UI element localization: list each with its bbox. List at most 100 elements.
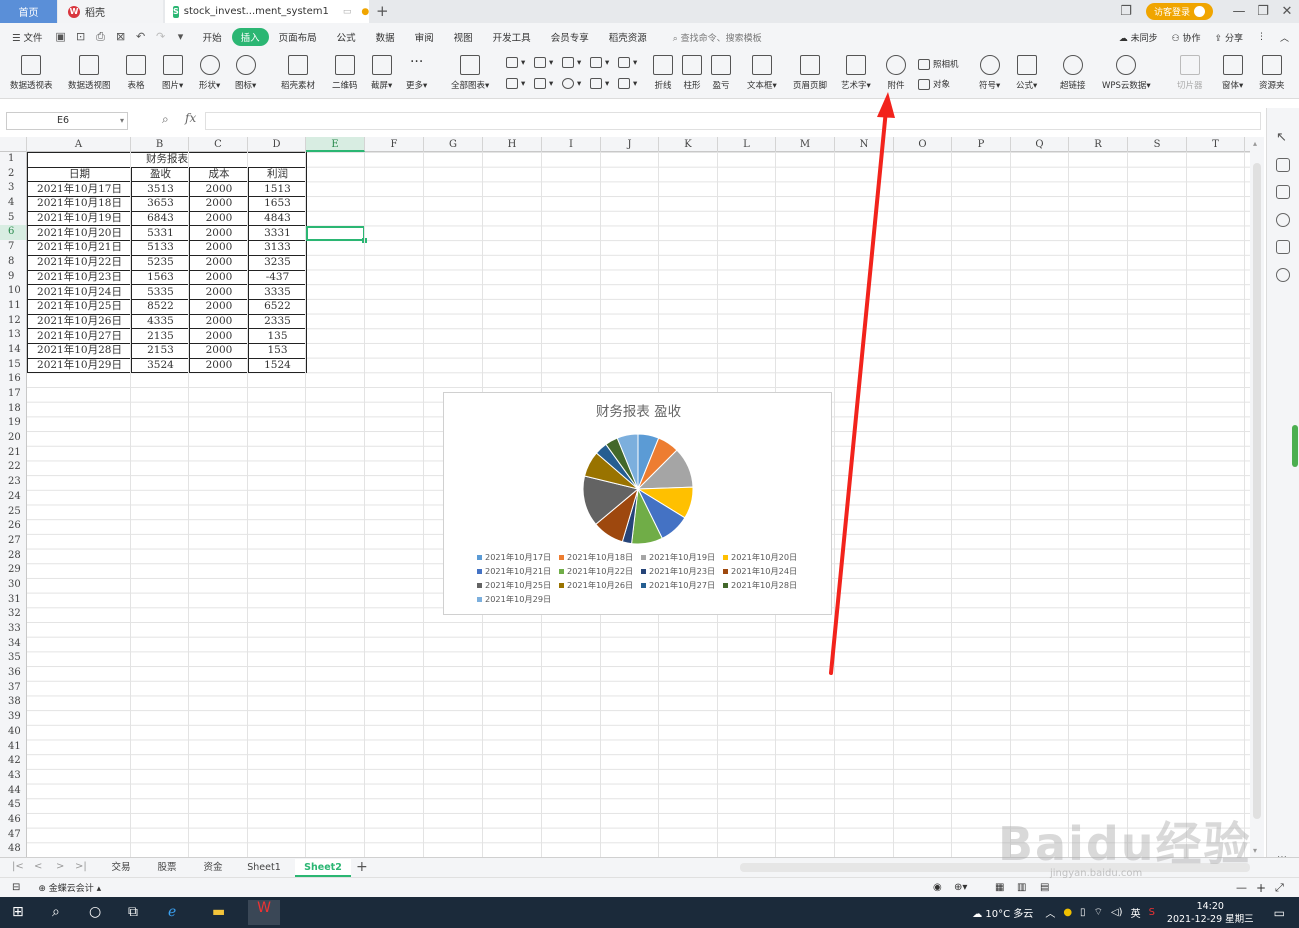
- collab-button[interactable]: ⚇ 协作: [1172, 31, 1201, 44]
- save-icon[interactable]: ▣: [53, 30, 69, 44]
- account-button[interactable]: ⊕ 金蝶云会计 ▴: [38, 881, 101, 894]
- row-header-19[interactable]: 19: [0, 416, 26, 431]
- row-header-24[interactable]: 24: [0, 490, 26, 505]
- ie-browser-icon[interactable]: ℯ: [168, 904, 176, 920]
- table-cell[interactable]: 2153: [131, 342, 190, 359]
- resource-button[interactable]: 资源夹: [1259, 55, 1285, 91]
- area-chart-dropdown[interactable]: ▾: [506, 78, 525, 89]
- cloud-data-button[interactable]: WPS云数据▾: [1102, 55, 1151, 91]
- restore-icon[interactable]: ❐: [1251, 4, 1275, 19]
- table-header-cell[interactable]: 盈收: [131, 166, 190, 183]
- table-header-cell[interactable]: 成本: [189, 166, 249, 183]
- pie-plot-area[interactable]: [580, 431, 696, 547]
- picture-button[interactable]: 图片▾: [162, 55, 183, 91]
- row-header-31[interactable]: 31: [0, 593, 26, 608]
- table-cell[interactable]: 2021年10月21日: [27, 240, 132, 256]
- row-header-47[interactable]: 47: [0, 828, 26, 843]
- combo-chart-dropdown[interactable]: ▾: [618, 78, 637, 89]
- row-header-28[interactable]: 28: [0, 549, 26, 564]
- table-cell[interactable]: 3235: [248, 254, 307, 271]
- property-icon[interactable]: [1276, 158, 1290, 172]
- last-sheet-icon[interactable]: >|: [75, 861, 87, 872]
- legend-item-12[interactable]: 2021年10月29日: [477, 593, 559, 605]
- row-header-25[interactable]: 25: [0, 505, 26, 520]
- add-sheet-button[interactable]: +: [356, 859, 368, 875]
- next-sheet-icon[interactable]: >: [56, 861, 64, 872]
- menu-tab-2[interactable]: 页面布局: [269, 30, 327, 44]
- table-header-cell[interactable]: 日期: [27, 166, 132, 183]
- vertical-scroll-thumb[interactable]: [1253, 163, 1261, 819]
- customize-quick-access-icon[interactable]: ▾: [173, 30, 189, 44]
- column-header-i[interactable]: I: [542, 137, 601, 152]
- wps-taskbar-icon[interactable]: W: [248, 900, 280, 925]
- menu-tab-4[interactable]: 数据: [366, 30, 405, 44]
- column-header-j[interactable]: J: [601, 137, 659, 152]
- pie-chart[interactable]: 财务报表 盈收 2021年10月17日 2021年10月18日 2021年10月19…: [443, 392, 832, 615]
- row-header-15[interactable]: 15: [0, 358, 26, 373]
- notification-icon[interactable]: ▭: [1274, 906, 1285, 920]
- battery-icon[interactable]: ▯: [1080, 907, 1086, 918]
- row-header-4[interactable]: 4: [0, 196, 26, 211]
- clock[interactable]: 14:20 2021-12-29 星期三: [1167, 900, 1254, 926]
- table-cell[interactable]: 2335: [248, 313, 307, 330]
- table-cell[interactable]: 3513: [131, 181, 190, 198]
- row-header-6[interactable]: 6: [0, 225, 26, 241]
- table-cell[interactable]: 3524: [131, 357, 190, 374]
- all-charts-button[interactable]: 全部图表▾: [451, 55, 489, 91]
- legend-item-8[interactable]: 2021年10月25日: [477, 579, 559, 591]
- network-icon[interactable]: ⌔: [1094, 906, 1103, 919]
- scatter-chart-dropdown[interactable]: ▾: [590, 78, 609, 89]
- tab-document[interactable]: S stock_invest...ment_system1 ▭ ●: [165, 0, 369, 23]
- tab-home[interactable]: 首页: [0, 0, 57, 23]
- sogou-icon[interactable]: S: [1149, 907, 1155, 918]
- undo-icon[interactable]: ↶: [133, 30, 149, 44]
- row-header-22[interactable]: 22: [0, 460, 26, 475]
- table-cell[interactable]: 3133: [248, 240, 307, 256]
- print-icon[interactable]: ⎙: [93, 30, 109, 44]
- row-header-5[interactable]: 5: [0, 211, 26, 226]
- row-header-18[interactable]: 18: [0, 402, 26, 417]
- table-cell[interactable]: 6522: [248, 298, 307, 315]
- table-cell[interactable]: 2021年10月20日: [27, 225, 132, 242]
- column-header-q[interactable]: Q: [1011, 137, 1069, 152]
- redo-icon[interactable]: ↷: [153, 30, 169, 44]
- form-button[interactable]: 窗体▾: [1222, 55, 1243, 91]
- file-explorer-icon[interactable]: ▬: [212, 904, 225, 920]
- table-cell[interactable]: 2000: [189, 269, 249, 286]
- column-header-d[interactable]: D: [248, 137, 306, 152]
- backup-icon[interactable]: [1276, 185, 1290, 199]
- legend-item-5[interactable]: 2021年10月22日: [559, 565, 641, 577]
- column-header-g[interactable]: G: [424, 137, 483, 152]
- row-header-10[interactable]: 10: [0, 284, 26, 299]
- table-cell[interactable]: 8522: [131, 298, 190, 315]
- wordart-button[interactable]: 艺术字▾: [841, 55, 871, 91]
- volume-icon[interactable]: ◁): [1111, 907, 1123, 918]
- row-header-1[interactable]: 1: [0, 152, 26, 167]
- row-header-34[interactable]: 34: [0, 637, 26, 652]
- ime-indicator[interactable]: 英: [1131, 905, 1141, 920]
- windows-start-icon[interactable]: ⊞: [12, 904, 24, 920]
- tray-app-icon[interactable]: ●: [1063, 907, 1072, 918]
- menu-tab-5[interactable]: 审阅: [405, 30, 444, 44]
- table-cell[interactable]: 2000: [189, 225, 249, 242]
- horizontal-scrollbar[interactable]: [740, 863, 1250, 872]
- table-cell[interactable]: 2021年10月27日: [27, 328, 132, 344]
- row-header-33[interactable]: 33: [0, 622, 26, 637]
- search-icon[interactable]: ⌕: [52, 904, 60, 920]
- column-header-n[interactable]: N: [835, 137, 894, 152]
- table-cell[interactable]: 2021年10月17日: [27, 181, 132, 198]
- table-cell[interactable]: 2000: [189, 210, 249, 227]
- table-cell[interactable]: 2000: [189, 181, 249, 198]
- legend-item-0[interactable]: 2021年10月17日: [477, 551, 559, 563]
- row-header-46[interactable]: 46: [0, 813, 26, 828]
- table-cell[interactable]: 2135: [131, 328, 190, 344]
- table-cell[interactable]: 2000: [189, 240, 249, 256]
- tab-daoke[interactable]: W 稻壳: [58, 0, 163, 23]
- formula-button[interactable]: 公式▾: [1016, 55, 1037, 91]
- menu-tab-9[interactable]: 稻壳资源: [599, 30, 657, 44]
- page-layout-icon[interactable]: ▥: [1017, 882, 1026, 893]
- select-pointer-icon[interactable]: ↖: [1276, 130, 1290, 145]
- legend-item-4[interactable]: 2021年10月21日: [477, 565, 559, 577]
- table-cell[interactable]: 2021年10月25日: [27, 298, 132, 315]
- weather-widget[interactable]: ☁ 10°C 多云: [972, 905, 1033, 920]
